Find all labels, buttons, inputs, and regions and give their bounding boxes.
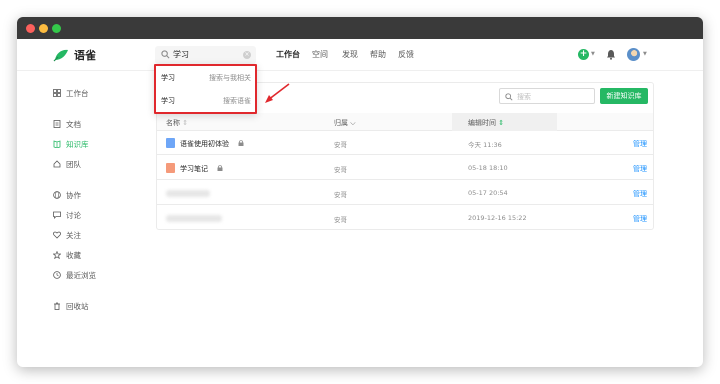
nav-discover[interactable]: 发现 bbox=[342, 49, 358, 60]
sidebar-item-discussion[interactable]: 讨论 bbox=[53, 208, 81, 222]
sidebar-item-favorites[interactable]: 收藏 bbox=[53, 248, 81, 262]
lock-icon bbox=[217, 165, 223, 171]
search-icon bbox=[161, 50, 170, 59]
sidebar-item-label: 回收站 bbox=[66, 301, 89, 311]
bell-icon[interactable] bbox=[606, 49, 616, 60]
nav-workbench[interactable]: 工作台 bbox=[276, 49, 300, 60]
search-suggestions-dropdown: 学习 搜索与我相关 学习 搜索语雀 bbox=[154, 64, 257, 114]
clear-search-icon[interactable]: × bbox=[243, 51, 251, 59]
sidebar-item-label: 收藏 bbox=[66, 250, 81, 260]
suggestion-search-related[interactable]: 学习 搜索与我相关 bbox=[156, 66, 255, 89]
suggestion-description: 搜索语雀 bbox=[223, 97, 251, 105]
sidebar-item-docs[interactable]: 文档 bbox=[53, 117, 81, 131]
sidebar-item-team[interactable]: 团队 bbox=[53, 157, 81, 171]
sidebar-item-label: 关注 bbox=[66, 230, 81, 240]
heart-icon bbox=[53, 231, 61, 239]
avatar-chevron-down-icon[interactable]: ▼ bbox=[643, 51, 647, 57]
kb-edit-time: 今天 11:36 bbox=[468, 141, 502, 149]
document-icon bbox=[53, 120, 61, 128]
sidebar-item-workbench[interactable]: 工作台 bbox=[53, 86, 89, 100]
grid-icon bbox=[53, 89, 61, 97]
column-name[interactable]: 名称 ⇕ bbox=[166, 118, 188, 128]
maximize-window-button[interactable] bbox=[52, 24, 61, 33]
annotation-arrow bbox=[265, 83, 290, 103]
nav-help[interactable]: 帮助 bbox=[370, 49, 386, 60]
kb-name[interactable]: 语雀使用初体验 bbox=[180, 139, 229, 149]
top-navigation: 语雀 学习 × 工作台 空间 发现 帮助 反馈 + ▼ ▼ bbox=[17, 39, 703, 71]
kb-owner: 安哥 bbox=[334, 216, 347, 224]
sidebar-item-label: 协作 bbox=[66, 190, 81, 200]
create-plus-icon[interactable]: + bbox=[578, 49, 589, 60]
suggestion-search-yuque[interactable]: 学习 搜索语雀 bbox=[156, 89, 255, 112]
table-header: 名称 ⇕ 归属 ⌵ 编辑时间 ⇕ bbox=[157, 113, 653, 131]
suggestion-description: 搜索与我相关 bbox=[209, 74, 251, 82]
sidebar-item-label: 讨论 bbox=[66, 210, 81, 220]
column-owner[interactable]: 归属 ⌵ bbox=[334, 118, 356, 128]
book-cover-icon bbox=[166, 138, 175, 148]
team-icon bbox=[53, 160, 61, 168]
suggestion-query: 学习 bbox=[161, 97, 175, 105]
sidebar-item-knowledge-base[interactable]: 知识库 bbox=[53, 137, 89, 151]
manage-link[interactable]: 管理 bbox=[633, 214, 647, 224]
chevron-down-icon[interactable]: ▼ bbox=[591, 51, 595, 57]
search-placeholder: 搜索 bbox=[517, 93, 531, 101]
browser-window: 语雀 学习 × 工作台 空间 发现 帮助 反馈 + ▼ ▼ 工作台 文档 知识库… bbox=[17, 17, 703, 367]
search-icon bbox=[505, 93, 513, 101]
new-knowledge-base-button[interactable]: 新建知识库 bbox=[600, 88, 648, 104]
column-edit-time[interactable]: 编辑时间 ⇕ bbox=[468, 118, 504, 128]
blurred-kb-name bbox=[166, 190, 210, 197]
book-icon bbox=[53, 140, 61, 148]
kb-edit-time: 2019-12-16 15:22 bbox=[468, 214, 527, 222]
knowledge-base-search-input[interactable]: 搜索 bbox=[499, 88, 595, 104]
kb-owner: 安哥 bbox=[334, 191, 347, 199]
minimize-window-button[interactable] bbox=[39, 24, 48, 33]
global-search-input[interactable]: 学习 × bbox=[155, 46, 256, 64]
manage-link[interactable]: 管理 bbox=[633, 139, 647, 149]
kb-edit-time: 05-17 20:54 bbox=[468, 189, 508, 197]
close-window-button[interactable] bbox=[26, 24, 35, 33]
blurred-kb-name bbox=[166, 215, 222, 222]
sidebar-item-label: 最近浏览 bbox=[66, 270, 96, 280]
sidebar-item-collaboration[interactable]: 协作 bbox=[53, 188, 81, 202]
clock-icon bbox=[53, 271, 61, 279]
user-avatar[interactable] bbox=[627, 48, 640, 61]
book-cover-icon bbox=[166, 163, 175, 173]
sidebar-item-follow[interactable]: 关注 bbox=[53, 228, 81, 242]
nav-space[interactable]: 空间 bbox=[312, 49, 328, 60]
sidebar-item-label: 知识库 bbox=[66, 139, 89, 149]
kb-owner: 安哥 bbox=[334, 141, 347, 149]
lock-icon bbox=[238, 140, 244, 146]
globe-icon bbox=[53, 191, 61, 199]
sidebar-item-recent[interactable]: 最近浏览 bbox=[53, 268, 96, 282]
kb-name[interactable]: 学习笔记 bbox=[180, 164, 208, 174]
star-icon bbox=[53, 251, 61, 259]
search-value: 学习 bbox=[173, 50, 189, 59]
sidebar-item-label: 团队 bbox=[66, 159, 81, 169]
yuque-logo-icon[interactable] bbox=[53, 48, 69, 62]
manage-link[interactable]: 管理 bbox=[633, 189, 647, 199]
comment-icon bbox=[53, 211, 61, 219]
table-row[interactable]: 安哥 2019-12-16 15:22 管理 bbox=[157, 206, 653, 230]
trash-icon bbox=[54, 302, 60, 310]
sidebar-item-trash[interactable]: 回收站 bbox=[53, 299, 89, 313]
sidebar-item-label: 工作台 bbox=[66, 88, 89, 98]
manage-link[interactable]: 管理 bbox=[633, 164, 647, 174]
nav-feedback[interactable]: 反馈 bbox=[398, 49, 414, 60]
title-bar bbox=[17, 17, 703, 39]
kb-owner: 安哥 bbox=[334, 166, 347, 174]
table-row[interactable]: 学习笔记 安哥 05-18 18:10 管理 bbox=[157, 156, 653, 180]
suggestion-query: 学习 bbox=[161, 74, 175, 82]
kb-edit-time: 05-18 18:10 bbox=[468, 164, 508, 172]
table-row[interactable]: 安哥 05-17 20:54 管理 bbox=[157, 181, 653, 205]
sidebar-item-label: 文档 bbox=[66, 119, 81, 129]
table-row[interactable]: 语雀使用初体验 安哥 今天 11:36 管理 bbox=[157, 131, 653, 155]
brand-name[interactable]: 语雀 bbox=[74, 47, 96, 63]
